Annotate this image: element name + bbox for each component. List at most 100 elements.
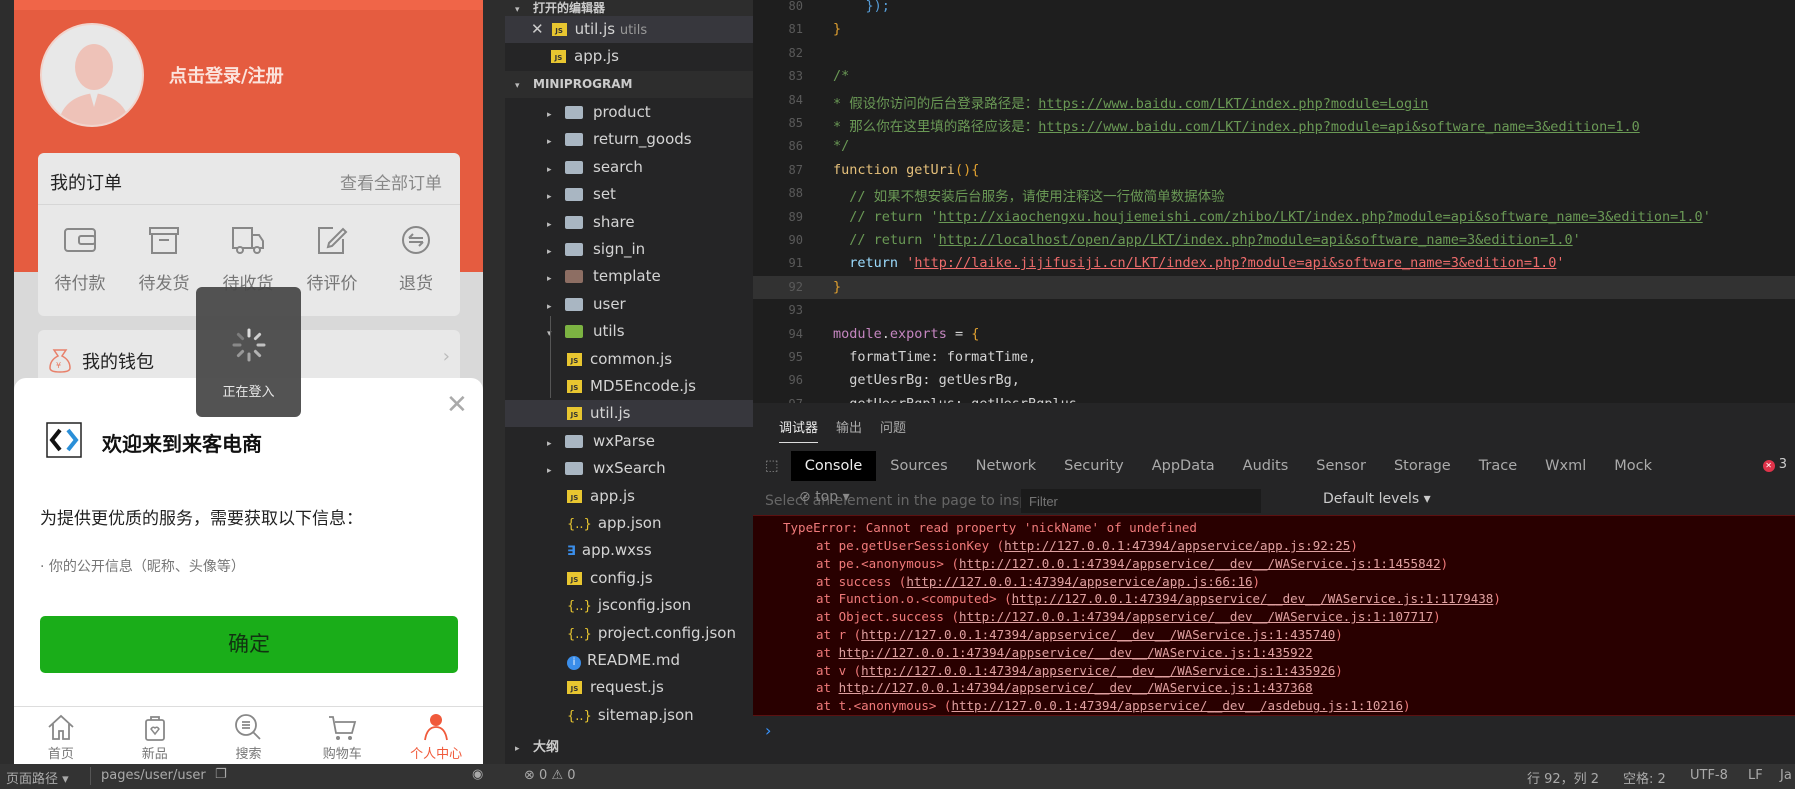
problems-indicator[interactable]: ⊗ 0 ⚠ 0 xyxy=(524,768,576,783)
tree-item[interactable]: ▸ template xyxy=(505,263,753,290)
devtools-tab-audits[interactable]: Audits xyxy=(1229,451,1303,481)
close-icon[interactable]: ✕ xyxy=(531,20,544,38)
tree-item[interactable]: ▸ product xyxy=(505,99,753,126)
source-link[interactable]: http://127.0.0.1:47394/appservice/__dev_… xyxy=(861,627,1335,642)
devtools-tab-sources[interactable]: Sources xyxy=(876,451,961,481)
devtools-tab-storage[interactable]: Storage xyxy=(1380,451,1465,481)
tab-search[interactable]: 搜索 xyxy=(202,707,296,764)
source-link[interactable]: http://127.0.0.1:47394/appservice/__dev_… xyxy=(861,663,1335,678)
source-link[interactable]: http://127.0.0.1:47394/appservice/__dev_… xyxy=(839,680,1313,695)
encoding[interactable]: UTF-8 xyxy=(1690,768,1728,783)
chevron-right-icon[interactable]: ▸ xyxy=(547,266,559,293)
tree-item[interactable]: {..} project.config.json xyxy=(505,620,753,647)
devtools-tab-console[interactable]: Console xyxy=(790,451,877,481)
chevron-right-icon[interactable]: ▸ xyxy=(547,129,559,156)
eye-icon[interactable]: ◉ xyxy=(472,767,483,782)
devtools-tab-sensor[interactable]: Sensor xyxy=(1302,451,1380,481)
line-number: 89 xyxy=(788,209,803,224)
tab-cart[interactable]: 购物车 xyxy=(295,707,389,764)
tree-item[interactable]: ▸ user xyxy=(505,291,753,318)
cursor-position[interactable]: 行 92，列 2 xyxy=(1527,768,1599,787)
confirm-button[interactable]: 确定 xyxy=(40,616,458,673)
tree-item[interactable]: JS config.js xyxy=(505,565,753,592)
source-link[interactable]: http://127.0.0.1:47394/appservice/__dev_… xyxy=(839,645,1313,660)
error-count-badge[interactable]: ✕ 3 xyxy=(1762,457,1787,472)
tree-item[interactable]: i README.md xyxy=(505,647,753,674)
page-path-dropdown[interactable]: 页面路径 ▾ xyxy=(6,768,69,787)
log-levels-dropdown[interactable]: Default levels ▾ xyxy=(1323,491,1431,507)
open-editor-app-js[interactable]: JS app.js xyxy=(505,43,753,70)
chevron-right-icon[interactable]: ▸ xyxy=(547,458,559,485)
avatar[interactable] xyxy=(40,23,144,127)
folder-icon xyxy=(565,270,583,284)
tab-home[interactable]: 首页 xyxy=(14,707,108,764)
tree-item[interactable]: JS common.js xyxy=(505,346,753,373)
chevron-right-icon[interactable]: ▸ xyxy=(547,157,559,184)
chevron-right-icon[interactable]: ▸ xyxy=(547,239,559,266)
order-pending-receipt[interactable]: 待收货 xyxy=(206,225,290,294)
tree-item[interactable]: ▸ wxParse xyxy=(505,428,753,455)
project-header[interactable]: ▾ MINIPROGRAM xyxy=(505,71,753,98)
json-file-icon: {..} xyxy=(567,708,592,724)
tree-item[interactable]: {..} jsconfig.json xyxy=(505,592,753,619)
line-ending[interactable]: LF xyxy=(1748,768,1763,783)
tab-debugger[interactable]: 调试器 xyxy=(779,417,819,443)
order-pending-review[interactable]: 待评价 xyxy=(290,225,374,294)
tree-item[interactable]: JS request.js xyxy=(505,674,753,701)
source-link[interactable]: http://127.0.0.1:47394/appservice/__dev_… xyxy=(959,556,1441,571)
outline-header[interactable]: ▸ 大纲 xyxy=(505,734,753,761)
tab-profile[interactable]: 个人中心 xyxy=(389,707,483,764)
tab-output[interactable]: 输出 xyxy=(836,417,862,443)
tree-item[interactable]: ▸ wxSearch xyxy=(505,455,753,482)
source-link[interactable]: http://127.0.0.1:47394/appservice/app.js… xyxy=(1004,538,1350,553)
devtools-tab-security[interactable]: Security xyxy=(1050,451,1138,481)
console-prompt[interactable]: › xyxy=(765,721,771,740)
tree-item[interactable]: ▾ utils xyxy=(505,318,753,345)
chevron-down-icon[interactable]: ▾ xyxy=(547,321,559,348)
open-editors-header[interactable]: ▾ 打开的编辑器 xyxy=(505,0,753,16)
tree-item[interactable]: ▸ share xyxy=(505,209,753,236)
view-all-orders-link[interactable]: 查看全部订单 xyxy=(340,169,442,194)
close-icon[interactable]: ✕ xyxy=(446,392,468,418)
tree-item[interactable]: {..} sitemap.json xyxy=(505,702,753,729)
tree-item[interactable]: JS app.js xyxy=(505,483,753,510)
login-link[interactable]: 点击登录/注册 xyxy=(169,62,284,88)
language-mode[interactable]: Ja xyxy=(1780,768,1792,783)
source-link[interactable]: http://127.0.0.1:47394/appservice/app.js… xyxy=(906,574,1252,589)
indentation[interactable]: 空格: 2 xyxy=(1623,768,1666,787)
tree-item[interactable]: ▸ set xyxy=(505,181,753,208)
chevron-right-icon[interactable]: ▸ xyxy=(547,294,559,321)
copy-icon[interactable]: ❐ xyxy=(215,767,227,782)
clear-console-icon[interactable]: ⊘ xyxy=(799,489,811,505)
devtools-tab-network[interactable]: Network xyxy=(962,451,1051,481)
tree-item[interactable]: ▸ return_goods xyxy=(505,126,753,153)
context-select[interactable]: ⊘ top ▾ xyxy=(799,489,850,505)
chevron-right-icon[interactable]: ▸ xyxy=(547,184,559,211)
tree-item[interactable]: JS MD5Encode.js xyxy=(505,373,753,400)
chevron-right-icon[interactable]: ▸ xyxy=(547,102,559,129)
tree-item[interactable]: JS util.js xyxy=(505,400,753,428)
devtools-tab-mock[interactable]: Mock xyxy=(1600,451,1666,481)
chevron-right-icon[interactable]: ▸ xyxy=(547,431,559,458)
source-link[interactable]: http://127.0.0.1:47394/appservice/__dev_… xyxy=(959,609,1433,624)
source-link[interactable]: http://127.0.0.1:47394/appservice/__dev_… xyxy=(951,698,1403,713)
open-editor-util-js[interactable]: ✕ JS util.js utils xyxy=(505,16,753,43)
source-link[interactable]: http://127.0.0.1:47394/appservice/__dev_… xyxy=(1012,591,1494,606)
devtools-tab-trace[interactable]: Trace xyxy=(1465,451,1531,481)
tree-item[interactable]: {..} app.json xyxy=(505,510,753,537)
tab-problems[interactable]: 问题 xyxy=(880,417,906,443)
order-pending-payment[interactable]: 待付款 xyxy=(38,225,122,294)
line-number: 96 xyxy=(788,373,803,388)
tab-new[interactable]: 新品 xyxy=(108,707,202,764)
code-editor[interactable]: 80 }); 81} 82 83 /* 84 * 假设你访问的后台登录路径是：https:/… xyxy=(753,0,1795,412)
inspect-element-icon[interactable]: ⬚ xyxy=(753,458,791,474)
chevron-right-icon[interactable]: ▸ xyxy=(547,212,559,239)
tree-item[interactable]: ▸ search xyxy=(505,154,753,181)
filter-input[interactable] xyxy=(1021,489,1261,513)
tree-item[interactable]: ∃ app.wxss xyxy=(505,537,753,564)
devtools-tab-wxml[interactable]: Wxml xyxy=(1531,451,1600,481)
order-returns[interactable]: 退货 xyxy=(374,225,458,294)
tree-item[interactable]: ▸ sign_in xyxy=(505,236,753,263)
devtools-tab-appdata[interactable]: AppData xyxy=(1138,451,1229,481)
order-pending-shipment[interactable]: 待发货 xyxy=(122,225,206,294)
